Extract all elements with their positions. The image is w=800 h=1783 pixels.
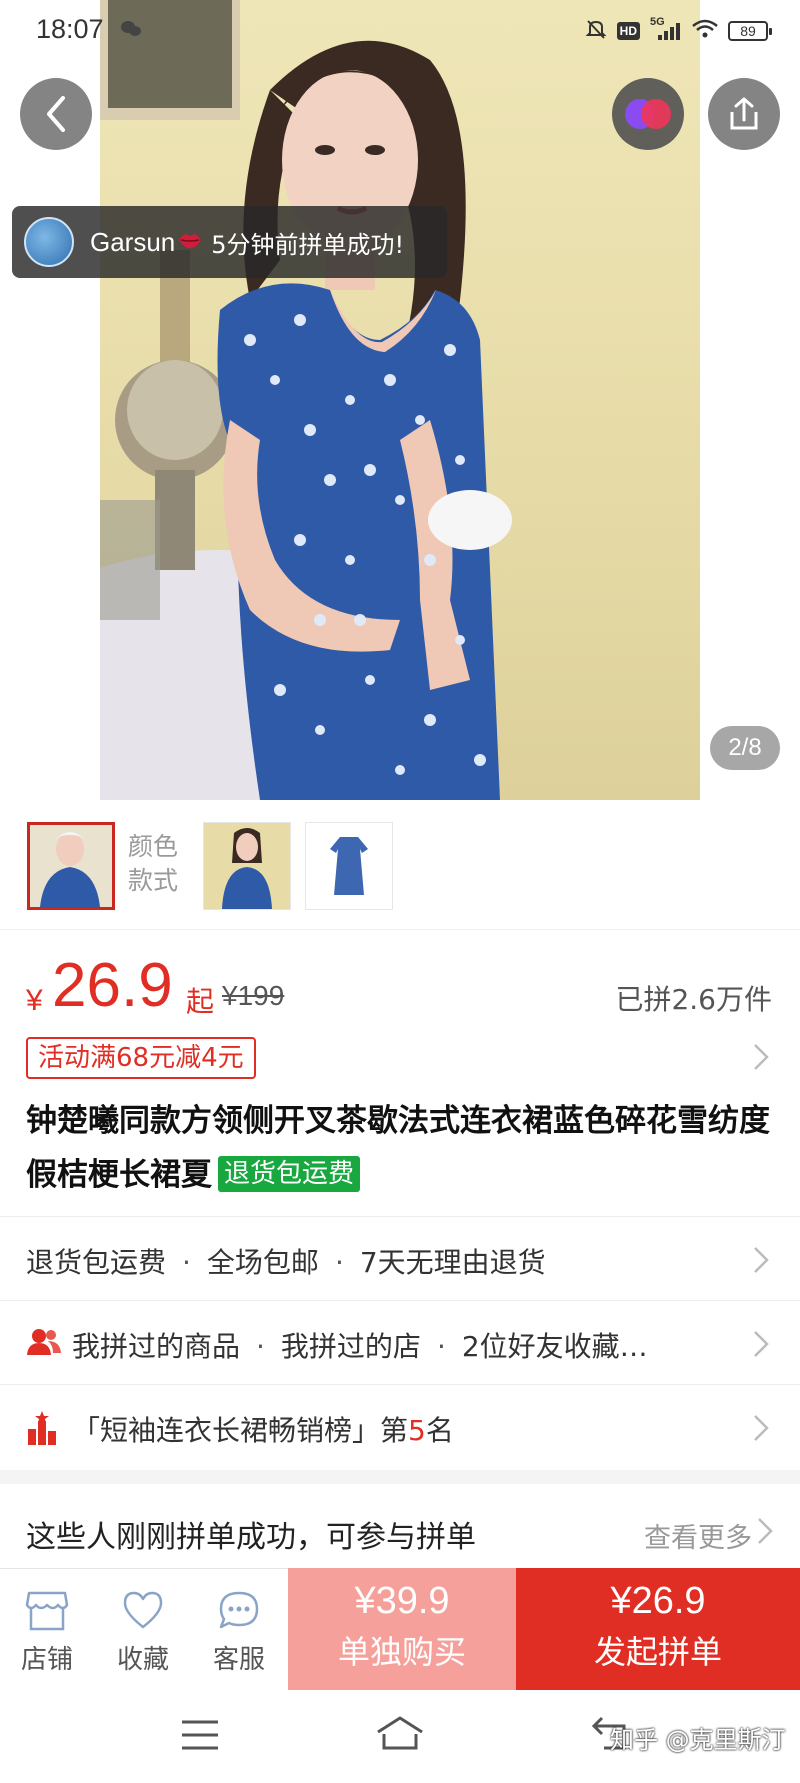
menu-icon[interactable] <box>180 1718 220 1756</box>
ranking-bars-icon <box>26 1411 58 1449</box>
sold-count: 已拼2.6万件 <box>615 983 772 1016</box>
sku-thumb-2[interactable] <box>203 822 291 910</box>
ranking-row[interactable]: 「短袖连衣长裙畅销榜」第5名 <box>0 1384 800 1468</box>
product-title-text: 钟楚曦同款方领侧开叉茶歇法式连衣裙蓝色碎花雪纺度假桔梗长裙夏 <box>26 1103 770 1193</box>
chevron-right-icon <box>752 1413 770 1447</box>
sku-thumb-1[interactable] <box>27 822 115 910</box>
group-price: 26.9 <box>52 951 173 1020</box>
status-time: 18:07 <box>36 14 104 44</box>
signal-5g-icon: 5G <box>650 16 682 42</box>
store-tab-label: 店铺 <box>20 1645 73 1675</box>
chevron-left-icon <box>47 96 65 132</box>
services-list: 退货包运费 · 全场包邮 · 7天无理由退货 <box>26 1241 546 1281</box>
system-navigation-bar: 知乎 @克里斯汀 <box>0 1690 800 1783</box>
image-page-counter: 2/8 <box>710 726 780 770</box>
pdd-logo-button[interactable] <box>612 78 684 150</box>
original-price: ¥199 <box>222 980 285 1011</box>
chat-icon <box>219 1591 259 1629</box>
chevron-right-icon <box>752 1245 770 1279</box>
chevron-right-icon <box>752 1329 770 1363</box>
buy-alone-price: ¥39.9 <box>354 1580 450 1622</box>
social-list: 我拼过的商品 · 我拼过的店 · 2位好友收藏… <box>72 1325 648 1365</box>
chevron-right-icon[interactable] <box>752 1042 770 1076</box>
separator-dot: · <box>182 1246 191 1279</box>
toast-message: 5分钟前拼单成功! <box>211 230 405 259</box>
status-icons: HD 5G 89 <box>585 16 772 44</box>
mute-bell-icon <box>585 18 607 44</box>
battery-indicator: 89 <box>728 21 772 41</box>
group-success-toast: Garsun 5分钟前拼单成功! <box>12 206 447 278</box>
price-suffix: 起 <box>186 985 215 1018</box>
wifi-icon <box>692 19 718 43</box>
services-row[interactable]: 退货包运费 · 全场包邮 · 7天无理由退货 <box>0 1216 800 1300</box>
sku-label-style: 款式 <box>128 866 179 895</box>
status-bar: 18:07 HD 5G 89 <box>0 0 800 60</box>
product-photo[interactable] <box>100 0 700 800</box>
social-item: 我拼过的店 <box>280 1330 421 1363</box>
store-tab[interactable]: 店铺 <box>2 1589 92 1676</box>
product-gallery[interactable]: 18:07 HD 5G 89 Garsun 5分钟前拼单成功! 2/8 <box>0 0 800 800</box>
service-item: 退货包运费 <box>26 1246 167 1279</box>
customer-service-tab-label: 客服 <box>212 1645 265 1675</box>
group-buy-label: 发起拼单 <box>593 1633 722 1671</box>
ranking-suffix: 名 <box>425 1414 454 1447</box>
group-section-title: 这些人刚刚拼单成功，可参与拼单 <box>26 1520 476 1555</box>
service-item: 全场包邮 <box>206 1246 319 1279</box>
separator-dot: · <box>334 1246 344 1279</box>
toast-username: Garsun <box>90 226 176 257</box>
ranking-prefix: 「短袖连衣长裙畅销榜」第 <box>72 1414 409 1447</box>
wechat-icon <box>120 20 142 38</box>
section-divider <box>0 1470 800 1484</box>
group-join-section: 这些人刚刚拼单成功，可参与拼单 查看更多 <box>0 1484 800 1568</box>
friends-icon <box>26 1327 62 1361</box>
ranking-text: 「短袖连衣长裙畅销榜」第5名 <box>72 1409 454 1449</box>
sku-thumb-3[interactable] <box>305 822 393 910</box>
sku-label: 颜色 款式 <box>128 830 178 898</box>
share-button[interactable] <box>708 78 780 150</box>
chevron-right-icon[interactable] <box>756 1516 774 1550</box>
favorite-tab-label: 收藏 <box>116 1645 169 1675</box>
separator-dot: · <box>256 1330 265 1363</box>
social-item: 2位好友收藏… <box>461 1330 648 1363</box>
share-icon <box>730 97 758 130</box>
home-icon[interactable] <box>374 1714 426 1756</box>
group-buy-price: ¥26.9 <box>610 1580 706 1622</box>
pdd-logo-icon <box>625 99 671 129</box>
see-more-link[interactable]: 查看更多 <box>644 1516 752 1555</box>
return-shipping-tag: 退货包运费 <box>218 1156 361 1192</box>
product-photo-illustration <box>100 0 512 800</box>
store-icon <box>25 1591 69 1631</box>
social-row[interactable]: 我拼过的商品 · 我拼过的店 · 2位好友收藏… <box>0 1300 800 1384</box>
hd-icon: HD <box>616 22 640 40</box>
service-item: 7天无理由退货 <box>359 1246 546 1279</box>
separator-dot: · <box>436 1330 446 1363</box>
start-group-buy-button[interactable]: ¥26.9 发起拼单 <box>516 1568 800 1690</box>
product-title: 钟楚曦同款方领侧开叉茶歇法式连衣裙蓝色碎花雪纺度假桔梗长裙夏 退货包运费 <box>26 1094 774 1202</box>
avatar <box>24 217 74 267</box>
promo-badge[interactable]: 活动满68元减4元 <box>26 1037 256 1079</box>
social-item: 我拼过的商品 <box>72 1330 241 1363</box>
watermark: 知乎 @克里斯汀 <box>610 1726 786 1754</box>
buy-alone-button[interactable]: ¥39.9 单独购买 <box>288 1568 516 1690</box>
favorite-tab[interactable]: 收藏 <box>98 1589 188 1676</box>
price-currency: ¥ <box>26 984 43 1017</box>
lips-emoji-icon <box>177 229 203 255</box>
back-button[interactable] <box>20 78 92 150</box>
sku-thumbnails: 颜色 款式 <box>0 800 800 930</box>
price-row: ¥ 26.9 起 ¥199 已拼2.6万件 <box>0 950 800 1030</box>
sku-label-color: 颜色 <box>128 832 179 861</box>
ranking-number: 5 <box>408 1414 426 1447</box>
buy-alone-label: 单独购买 <box>337 1633 466 1671</box>
heart-icon <box>123 1591 163 1629</box>
customer-service-tab[interactable]: 客服 <box>194 1589 284 1676</box>
